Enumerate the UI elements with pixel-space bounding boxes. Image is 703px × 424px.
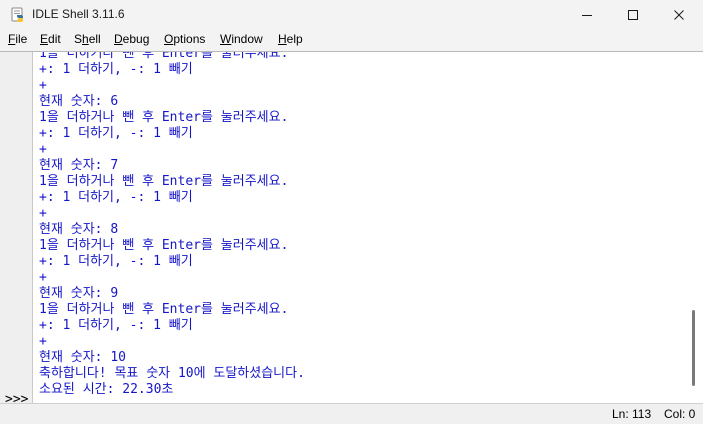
menu-window-mnemonic: W (220, 32, 232, 46)
menu-options-rest: ptions (173, 32, 206, 46)
shell-output-line: 현재 숫자: 7 (39, 158, 119, 173)
menu-options-mnemonic: O (164, 32, 174, 46)
menu-window[interactable]: Window (220, 32, 263, 46)
menu-shell-pre: S (74, 32, 83, 46)
menu-window-rest: indow (231, 32, 263, 46)
shell-output-line: 1을 더하거나 뺀 후 Enter를 눌러주세요. (39, 52, 289, 61)
shell-output-line: 1을 더하거나 뺀 후 Enter를 눌러주세요. (39, 110, 289, 125)
shell-output-line: + (39, 270, 47, 285)
title-bar: IDLE Shell 3.11.6 (0, 0, 703, 30)
menu-debug[interactable]: Debug (114, 32, 149, 46)
shell-output-line: 소요된 시간: 22.30초 (39, 382, 174, 397)
shell-prompt: >>> (5, 392, 29, 403)
shell-output-line: + (39, 78, 47, 93)
menu-help-mnemonic: H (278, 32, 287, 46)
menu-options[interactable]: Options (164, 32, 205, 46)
shell-output-line: +: 1 더하기, -: 1 빼기 (39, 190, 193, 205)
shell-output-line: +: 1 더하기, -: 1 빼기 (39, 126, 193, 141)
shell-output-line: 축하합니다! 목표 숫자 10에 도달하셨습니다. (39, 366, 305, 381)
minimize-button[interactable] (564, 0, 610, 30)
shell-output-line: 현재 숫자: 9 (39, 286, 119, 301)
window-title: IDLE Shell 3.11.6 (32, 7, 125, 21)
menu-file-rest: ile (15, 32, 28, 46)
menu-bar: File Edit Shell Debug Options Window Hel… (0, 30, 703, 50)
status-column-number: Col: 0 (664, 407, 696, 421)
idle-shell-window: IDLE Shell 3.11.6 File Edit Shell Debug … (0, 0, 703, 424)
shell-output-line: + (39, 206, 47, 221)
shell-output: 1을 더하거나 뺀 후 Enter를 눌러주세요. +: 1 더하기, -: 1 … (39, 52, 305, 398)
shell-output-line: + (39, 334, 47, 349)
status-bar: Ln: 113 Col: 0 (0, 403, 703, 424)
minimize-icon (582, 15, 592, 16)
shell-output-line: +: 1 더하기, -: 1 빼기 (39, 318, 193, 333)
shell-output-line: 1을 더하거나 뺀 후 Enter를 눌러주세요. (39, 238, 289, 253)
close-button[interactable] (656, 0, 702, 30)
menu-help-rest: elp (286, 32, 303, 46)
shell-output-line: +: 1 더하기, -: 1 빼기 (39, 62, 193, 77)
python-idle-icon (11, 7, 23, 22)
shell-output-line: 1을 더하거나 뺀 후 Enter를 눌러주세요. (39, 302, 289, 317)
shell-output-line: 현재 숫자: 6 (39, 94, 119, 109)
menu-edit[interactable]: Edit (40, 32, 61, 46)
shell-editor: >>> 1을 더하거나 뺀 후 Enter를 눌러주세요. +: 1 더하기, -… (0, 51, 703, 403)
vertical-scrollbar[interactable] (685, 52, 703, 403)
shell-output-line: +: 1 더하기, -: 1 빼기 (39, 254, 193, 269)
shell-output-line: 현재 숫자: 8 (39, 222, 119, 237)
close-icon (674, 10, 684, 20)
menu-shell-rest: ell (88, 32, 101, 46)
menu-edit-rest: dit (48, 32, 61, 46)
menu-file[interactable]: File (8, 32, 27, 46)
scrollbar-thumb[interactable] (692, 310, 695, 386)
maximize-button[interactable] (610, 0, 656, 30)
shell-text-area[interactable]: 1을 더하거나 뺀 후 Enter를 눌러주세요. +: 1 더하기, -: 1 … (33, 52, 685, 403)
menu-help[interactable]: Help (278, 32, 303, 46)
menu-debug-rest: ebug (122, 32, 150, 46)
shell-output-line: 1을 더하거나 뺀 후 Enter를 눌러주세요. (39, 174, 289, 189)
maximize-icon (628, 10, 638, 20)
menu-debug-mnemonic: D (114, 32, 123, 46)
menu-edit-mnemonic: E (40, 32, 49, 46)
menu-shell[interactable]: Shell (74, 32, 101, 46)
menu-shell-mnemonic: h (82, 32, 89, 46)
shell-output-line: 현재 숫자: 10 (39, 350, 126, 365)
prompt-sidebar: >>> (0, 52, 33, 403)
shell-output-line: + (39, 142, 47, 157)
status-line-number: Ln: 113 (612, 407, 652, 421)
